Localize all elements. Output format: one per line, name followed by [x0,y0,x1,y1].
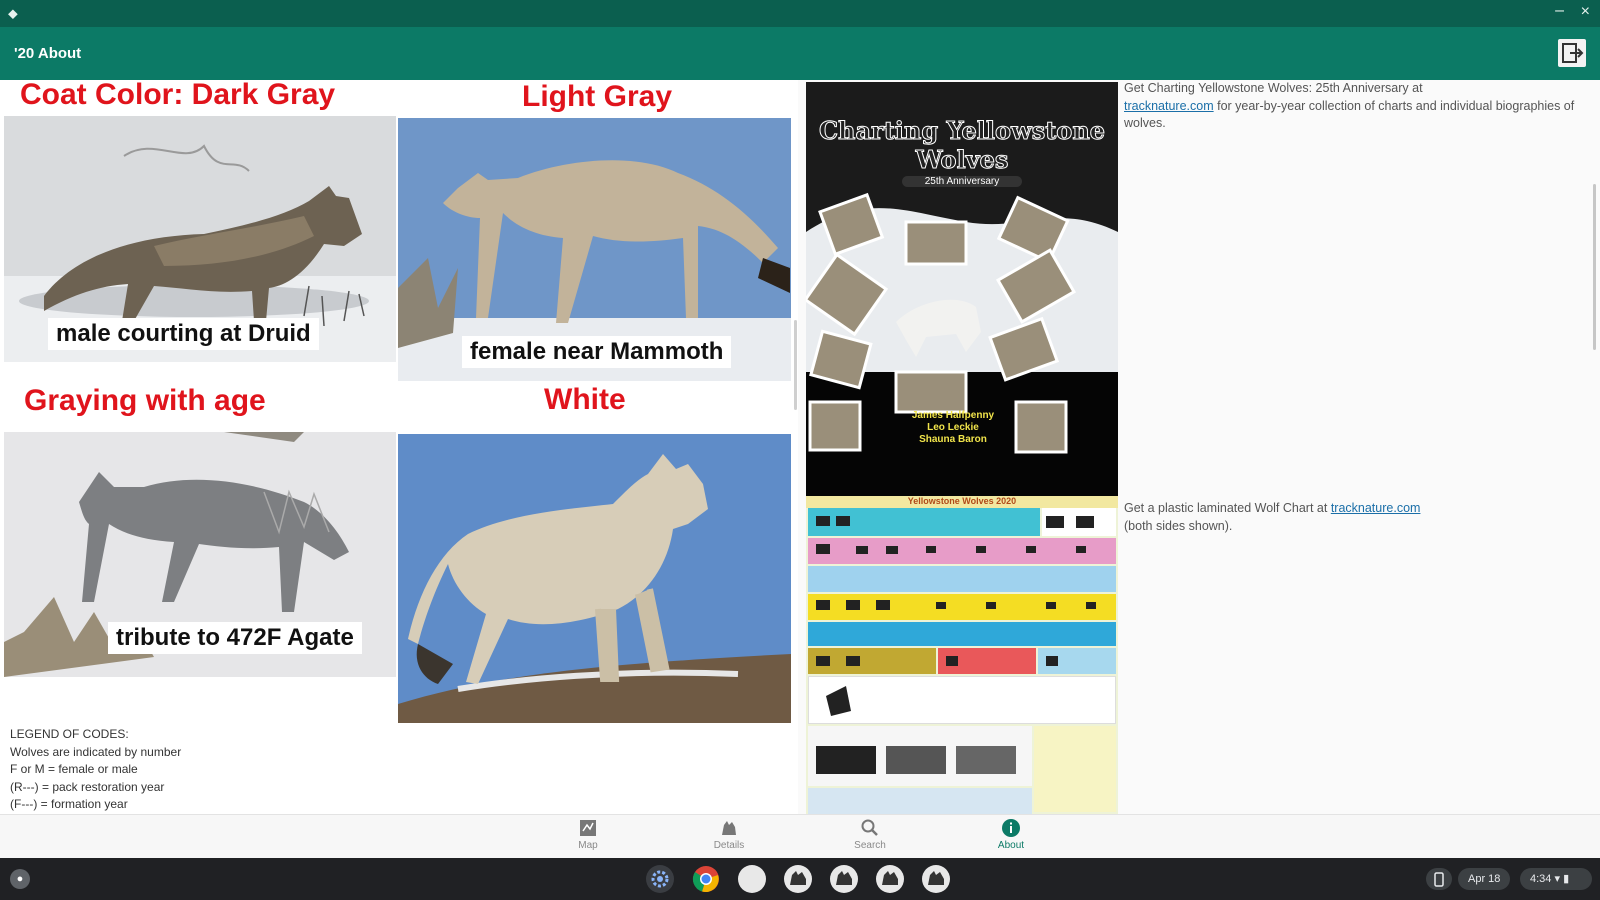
caption-mammoth: female near Mammoth [462,336,732,368]
legend-line: (F---) = formation year [10,797,128,811]
search-icon [861,819,878,836]
caption-druid: male courting at Druid [48,318,319,350]
close-button[interactable]: × [1581,3,1590,21]
minimize-button[interactable]: – [1555,2,1564,20]
heading-light-gray: Light Gray [522,80,673,113]
chart-text: Get a plastic laminated Wolf Chart at [1124,501,1331,515]
page-title: '20 About [14,45,82,62]
heading-dark-gray: Coat Color: Dark Gray [20,78,336,111]
info-icon [1002,819,1020,837]
nav-details[interactable]: Details [694,817,764,851]
system-shelf: ● Apr 18 4:34 ▾ ▮ [0,858,1600,900]
chart-description: Get a plastic laminated Wolf Chart at tr… [1124,500,1594,535]
wolf-app-icon-2[interactable] [830,865,858,893]
legend-line: Wolves are indicated by number [10,744,182,759]
launcher-icon[interactable]: ● [10,869,30,889]
chrome-icon[interactable] [692,865,720,893]
wolf-icon [722,821,736,835]
nav-label: Search [854,840,886,851]
app-bar: '20 About [0,27,1600,80]
nav-search[interactable]: Search [835,817,905,851]
author: Leo Leckie [927,422,979,433]
caption-agate: tribute to 472F Agate [108,622,362,654]
book-text: Get Charting Yellowstone Wolves: 25th An… [1124,81,1423,95]
wifi-icon: ▾ [1554,873,1561,885]
chart-text-2: (both sides shown). [1124,518,1233,533]
settings-icon[interactable] [646,865,674,893]
status-tray[interactable]: 4:34 ▾ ▮ [1520,868,1592,890]
wolf-app-icon[interactable] [784,865,812,893]
phone-icon[interactable] [1426,868,1452,890]
legend-line: LEGEND OF CODES: [10,727,129,741]
clock: 4:34 [1530,873,1552,885]
nav-label: Details [713,840,745,851]
window-titlebar: ⬥ – × [0,0,1600,27]
book-subtitle: 25th Anniversary [902,176,1022,187]
date-tray[interactable]: Apr 18 [1458,868,1511,890]
nav-label: About [997,840,1025,851]
window-menu-icon[interactable]: ⬥ [8,5,18,22]
bottom-navigation: Map Details Search About [0,814,1600,858]
legend-line: F or M = female or male [10,762,138,776]
book-cover-image[interactable]: Charting Yellowstone Wolves 25th Anniver… [806,82,1118,496]
photo-white-wolf [398,434,791,723]
scroll-thumb-left[interactable] [794,320,797,410]
author: Shauna Baron [919,434,987,445]
legend-line: (R---) = pack restoration year [10,779,165,794]
files-app-icon[interactable] [738,865,766,893]
exit-icon[interactable] [1558,39,1586,67]
scrollbar[interactable] [1593,184,1596,350]
book-title: Charting Yellowstone Wolves [818,116,1106,175]
book-authors: James Halfpenny Leo Leckie Shauna Baron [878,410,1028,446]
content-area: Coat Color: Dark Gray Light Gray Graying… [0,78,1600,814]
nav-about[interactable]: About [976,817,1046,851]
author: James Halfpenny [911,410,995,421]
book-link[interactable]: tracknature.com [1124,99,1214,113]
wolf-app-icon-3[interactable] [876,865,904,893]
wolf-chart-image[interactable]: Yellowstone Wolves 2020 [806,496,1118,814]
nav-map[interactable]: Map [553,817,623,851]
battery-icon: ▮ [1563,873,1570,885]
nav-label: Map [578,840,598,851]
heading-graying: Graying with age [24,384,266,417]
map-icon [580,820,596,836]
chart-link[interactable]: tracknature.com [1331,501,1421,515]
coat-color-image: Coat Color: Dark Gray Light Gray Graying… [0,78,798,814]
book-description: Get Charting Yellowstone Wolves: 25th An… [1124,80,1594,133]
heading-white: White [544,383,626,416]
legend-of-codes: LEGEND OF CODES: Wolves are indicated by… [10,726,181,814]
wolf-app-icon-4[interactable] [922,865,950,893]
